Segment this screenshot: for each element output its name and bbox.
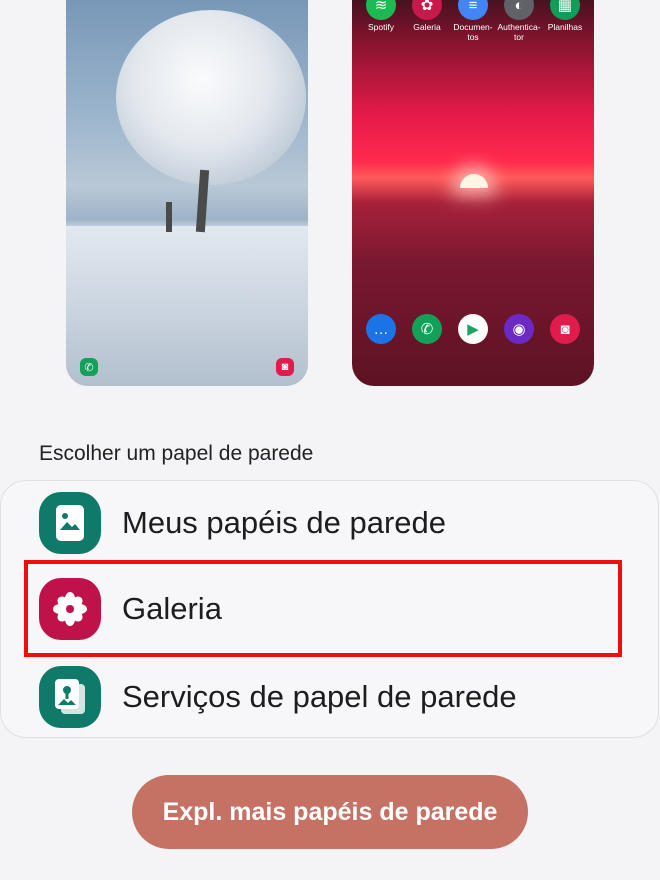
home-app: ▶ <box>451 314 495 344</box>
spotify-icon: ≋ <box>366 0 396 20</box>
home-app: ◙ <box>543 314 587 344</box>
explore-more-wallpapers-button[interactable]: Expl. mais papéis de parede <box>132 775 528 849</box>
app-label: Spotify <box>368 22 394 32</box>
gallery-flower-icon <box>39 578 101 640</box>
home-app: ≋ Spotify <box>359 0 403 42</box>
wallpaper-services-icon <box>39 666 101 728</box>
home-app: ✿ Galeria <box>405 0 449 42</box>
lock-screen-preview[interactable]: ✆ ◙ <box>66 0 308 386</box>
home-app: ▦ Planilhas <box>543 0 587 42</box>
home-app: ✆ <box>405 314 449 344</box>
messages-icon: … <box>366 314 396 344</box>
app-label: Authentica-tor <box>497 22 541 42</box>
authenticator-icon: ◐ <box>504 0 534 20</box>
phone-icon: ✆ <box>80 358 98 376</box>
home-app: ◉ <box>497 314 541 344</box>
play-store-icon: ▶ <box>458 314 488 344</box>
my-wallpapers-icon <box>39 492 101 554</box>
docs-icon: ≡ <box>458 0 488 20</box>
phone-icon: ✆ <box>412 314 442 344</box>
home-app: … <box>359 314 403 344</box>
sheets-icon: ▦ <box>550 0 580 20</box>
option-label: Meus papéis de parede <box>122 505 447 540</box>
option-my-wallpapers[interactable]: Meus papéis de parede <box>39 492 446 554</box>
lock-wallpaper-snow <box>66 226 308 386</box>
home-app: ≡ Documen-tos <box>451 0 495 42</box>
firefox-icon: ◉ <box>504 314 534 344</box>
home-screen-preview[interactable]: ≋ Spotify ✿ Galeria ≡ Documen-tos ◐ Authentica-… <box>352 0 594 386</box>
home-app-row: ≋ Spotify ✿ Galeria ≡ Documen-tos ◐ Authentica-… <box>358 0 588 42</box>
home-app: ◐ Authentica-tor <box>497 0 541 42</box>
camera-icon: ◙ <box>276 358 294 376</box>
app-label: Documen-tos <box>453 22 493 42</box>
app-label: Galeria <box>413 22 441 32</box>
section-title: Escolher um papel de parede <box>39 442 314 465</box>
gallery-flower-icon: ✿ <box>412 0 442 20</box>
option-label: Serviços de papel de parede <box>122 679 517 714</box>
tree-trunk-small <box>166 202 172 232</box>
option-wallpaper-services[interactable]: Serviços de papel de parede <box>39 666 517 728</box>
home-dock: … ✆ ▶ ◉ ◙ <box>358 314 588 344</box>
camera-icon: ◙ <box>550 314 580 344</box>
option-label: Galeria <box>122 591 222 626</box>
option-gallery[interactable]: Galeria <box>39 578 222 640</box>
app-label: Planilhas <box>547 22 583 32</box>
winter-tree <box>116 10 306 185</box>
